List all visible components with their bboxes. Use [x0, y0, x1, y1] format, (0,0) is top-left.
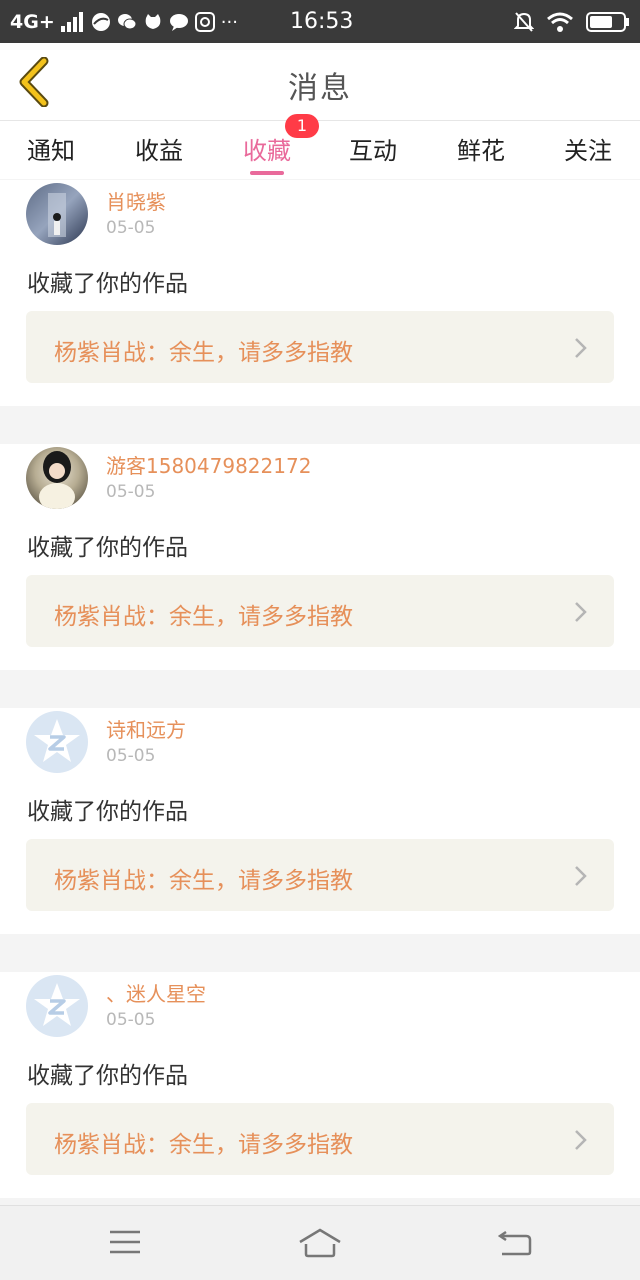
more-notifications-indicator: ··· — [220, 11, 238, 33]
action-text: 收藏了你的作品 — [27, 1063, 188, 1089]
timestamp: 05-05 — [106, 482, 156, 502]
tab-favorites-label: 收藏 — [243, 137, 291, 165]
avatar[interactable] — [26, 975, 88, 1037]
list-item: 游客1580479822172 05-05 收藏了你的作品 杨紫肖战：余生，请多… — [0, 444, 640, 670]
tab-interactions[interactable]: 互动 — [323, 131, 423, 175]
work-link[interactable]: 杨紫肖战：余生，请多多指教 — [26, 311, 614, 383]
action-text: 收藏了你的作品 — [27, 271, 188, 297]
status-right — [514, 9, 630, 35]
bell-muted-icon — [514, 12, 534, 32]
default-qq-icon — [34, 983, 80, 1026]
avatar[interactable] — [26, 711, 88, 773]
active-tab-indicator — [250, 171, 284, 175]
list-item: 、迷人星空 05-05 收藏了你的作品 杨紫肖战：余生，请多多指教 — [0, 972, 640, 1198]
timestamp: 05-05 — [106, 746, 156, 766]
username[interactable]: 游客1580479822172 — [106, 450, 311, 479]
back-nav-icon[interactable] — [498, 1228, 532, 1256]
sync-app-icon — [194, 12, 215, 32]
menu-icon[interactable] — [108, 1228, 142, 1256]
status-left: 4G+ ··· — [10, 9, 238, 35]
avatar-photo — [48, 193, 66, 237]
unread-badge: 1 — [285, 114, 319, 138]
action-text: 收藏了你的作品 — [27, 799, 188, 825]
username[interactable]: 肖晓紫 — [106, 186, 166, 215]
chevron-right-icon — [575, 1130, 587, 1150]
chat-bubble-icon — [169, 14, 188, 31]
tab-notifications[interactable]: 通知 — [1, 131, 101, 175]
username[interactable]: 、迷人星空 — [106, 978, 206, 1007]
chevron-right-icon — [575, 866, 587, 886]
work-title: 杨紫肖战：余生，请多多指教 — [54, 340, 353, 366]
carrier-label: 4G+ — [10, 11, 55, 33]
wechat-icon — [117, 14, 137, 30]
timestamp: 05-05 — [106, 218, 156, 238]
tab-earnings[interactable]: 收益 — [109, 131, 209, 175]
system-navigation-bar — [0, 1205, 640, 1280]
work-link[interactable]: 杨紫肖战：余生，请多多指教 — [26, 839, 614, 911]
default-qq-icon — [34, 719, 80, 762]
tab-bar: 通知 收益 收藏 互动 鲜花 关注 — [0, 121, 640, 179]
avatar-photo — [39, 451, 75, 509]
clock: 16:53 — [290, 9, 354, 34]
work-link[interactable]: 杨紫肖战：余生，请多多指教 — [26, 1103, 614, 1175]
tab-following[interactable]: 关注 — [538, 131, 638, 175]
chevron-right-icon — [575, 602, 587, 622]
tab-flowers[interactable]: 鲜花 — [431, 131, 531, 175]
browser-app-icon — [91, 13, 110, 31]
avatar[interactable] — [26, 447, 88, 509]
home-icon[interactable] — [298, 1228, 342, 1258]
work-title: 杨紫肖战：余生，请多多指教 — [54, 868, 353, 894]
list-item: 肖晓紫 05-05 收藏了你的作品 杨紫肖战：余生，请多多指教 — [0, 180, 640, 406]
cat-app-icon — [145, 14, 161, 29]
status-bar: 4G+ ··· 16:53 — [0, 0, 640, 43]
avatar[interactable] — [26, 183, 88, 245]
battery-icon — [586, 12, 629, 32]
work-link[interactable]: 杨紫肖战：余生，请多多指教 — [26, 575, 614, 647]
work-title: 杨紫肖战：余生，请多多指教 — [54, 1132, 353, 1158]
page-title: 消息 — [288, 71, 352, 106]
signal-icon — [60, 12, 83, 32]
wifi-icon — [547, 12, 573, 32]
list-item: 诗和远方 05-05 收藏了你的作品 杨紫肖战：余生，请多多指教 — [0, 708, 640, 934]
action-text: 收藏了你的作品 — [27, 535, 188, 561]
navigation-bar: 消息 — [0, 43, 640, 121]
work-title: 杨紫肖战：余生，请多多指教 — [54, 604, 353, 630]
username[interactable]: 诗和远方 — [106, 714, 186, 743]
chevron-right-icon — [575, 338, 587, 358]
timestamp: 05-05 — [106, 1010, 156, 1030]
